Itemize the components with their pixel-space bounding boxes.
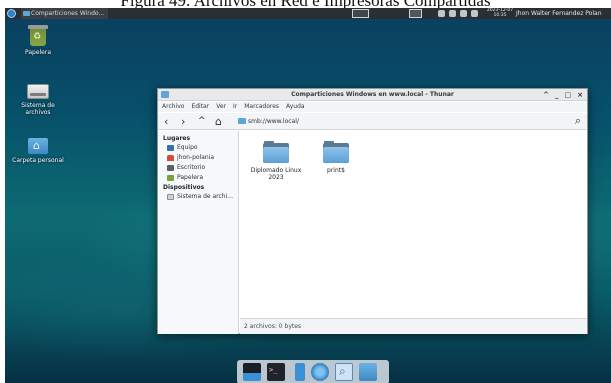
drive-icon	[167, 194, 174, 200]
figure-caption: Figura 49. Archivos en Red e Impresoras …	[0, 0, 611, 8]
location-path: smb://www.local/	[248, 118, 299, 125]
file-item-diplomado[interactable]: Diplomado Linux 2023	[248, 141, 304, 181]
terminal-icon[interactable]	[267, 363, 285, 381]
dock	[237, 360, 389, 383]
shade-button[interactable]: ^	[543, 89, 549, 101]
window-controls: ^ _ □ ×	[543, 89, 583, 101]
folder-icon	[23, 11, 30, 16]
clock-time: 10:35	[493, 13, 507, 18]
file-item-label: Diplomado Linux 2023	[250, 167, 302, 181]
volume-icon[interactable]	[449, 10, 456, 17]
workspace-switcher[interactable]	[409, 9, 422, 18]
desktop-icon-trash[interactable]: Papelera	[10, 25, 66, 56]
menu-ver[interactable]: Ver	[216, 102, 226, 112]
forward-icon[interactable]: ›	[181, 113, 185, 130]
file-item-print[interactable]: print$	[308, 141, 364, 174]
folder-icon	[263, 141, 289, 163]
desktop-icon-filesystem[interactable]: Sistema de archivos	[10, 84, 66, 116]
menu-editar[interactable]: Editar	[191, 102, 209, 112]
window-title: Comparticiones Windows en www.local - Th…	[291, 91, 454, 98]
minimize-button[interactable]: _	[555, 89, 559, 101]
close-button[interactable]: ×	[577, 89, 583, 101]
drive-icon	[27, 84, 49, 99]
show-desktop-button[interactable]	[352, 9, 369, 18]
desktop: Comparticiones Windo... 2023-12-07 10:35…	[5, 8, 611, 383]
desktop-icon-label: Papelera	[24, 49, 52, 56]
network-icon[interactable]	[438, 10, 445, 17]
sidebar-item-label: Escritorio	[177, 164, 206, 171]
battery-icon[interactable]	[460, 10, 467, 17]
desktop-switch-icon[interactable]	[243, 363, 261, 381]
sidebar-header-places: Lugares	[163, 135, 191, 142]
desktop-icon-label: Sistema de archivos	[21, 102, 55, 116]
file-view: Diplomado Linux 2023 print$	[240, 131, 587, 317]
taskbar-window-label: Comparticiones Windo...	[31, 10, 105, 17]
menu-archivo[interactable]: Archivo	[162, 102, 184, 112]
sidebar-item-equipo[interactable]: Equipo	[158, 143, 238, 153]
home-folder-icon	[28, 138, 48, 154]
web-browser-icon[interactable]	[311, 363, 329, 381]
sidebar-item-escritorio[interactable]: Escritorio	[158, 163, 238, 173]
app-finder-icon[interactable]	[335, 363, 353, 381]
home-icon	[167, 155, 174, 161]
top-panel: Comparticiones Windo... 2023-12-07 10:35…	[5, 8, 611, 19]
sidebar-item-home[interactable]: jhon-polania	[158, 153, 238, 163]
toolbar: ‹ › ^ ⌂ smb://www.local/ ⌕	[158, 113, 587, 130]
file-item-label: print$	[327, 167, 345, 174]
folder-icon[interactable]	[359, 363, 377, 381]
maximize-button[interactable]: □	[565, 89, 572, 101]
folder-icon	[323, 141, 349, 163]
file-manager-icon[interactable]	[295, 363, 305, 381]
search-icon[interactable]: ⌕	[575, 114, 581, 128]
sidebar-header-devices: Dispositivos	[163, 184, 205, 191]
desktop-icon-home[interactable]: Carpeta personal	[10, 138, 66, 164]
sidebar-item-papelera[interactable]: Papelera	[158, 173, 238, 183]
trash-icon	[167, 175, 174, 181]
network-folder-icon	[238, 118, 246, 124]
sidebar-item-label: jhon-polania	[177, 154, 215, 161]
menu-ir[interactable]: Ir	[233, 102, 237, 112]
computer-icon	[167, 145, 174, 151]
menubar: Archivo Editar Ver Ir Marcadores Ayuda	[158, 102, 587, 112]
status-bar: 2 archivos: 0 bytes	[240, 318, 587, 334]
notification-icon[interactable]	[471, 10, 478, 17]
sidebar-item-filesystem[interactable]: Sistema de archi...	[158, 192, 238, 202]
menu-ayuda[interactable]: Ayuda	[286, 102, 305, 112]
clock[interactable]: 2023-12-07 10:35	[486, 8, 514, 19]
back-icon[interactable]: ‹	[164, 113, 168, 130]
applications-menu-icon[interactable]	[7, 9, 16, 18]
sidebar-item-label: Equipo	[177, 144, 198, 151]
sidebar-item-label: Sistema de archi...	[177, 193, 233, 200]
home-icon[interactable]: ⌂	[215, 113, 222, 130]
taskbar-window-button[interactable]: Comparticiones Windo...	[21, 8, 109, 19]
location-bar[interactable]: smb://www.local/	[238, 116, 558, 127]
menu-marcadores[interactable]: Marcadores	[244, 102, 279, 112]
trash-icon	[28, 25, 48, 46]
thunar-window: Comparticiones Windows en www.local - Th…	[157, 88, 588, 334]
desktop-icon	[167, 165, 174, 171]
sidebar: Lugares Equipo jhon-polania Escritorio P…	[158, 131, 239, 334]
system-tray	[438, 9, 478, 18]
desktop-icon-label: Carpeta personal	[12, 157, 64, 164]
user-menu[interactable]: Jhon Walter Fernandez Polan	[516, 8, 602, 19]
window-titlebar[interactable]: Comparticiones Windows en www.local - Th…	[158, 89, 587, 101]
up-icon[interactable]: ^	[198, 113, 206, 130]
sidebar-item-label: Papelera	[177, 174, 204, 181]
